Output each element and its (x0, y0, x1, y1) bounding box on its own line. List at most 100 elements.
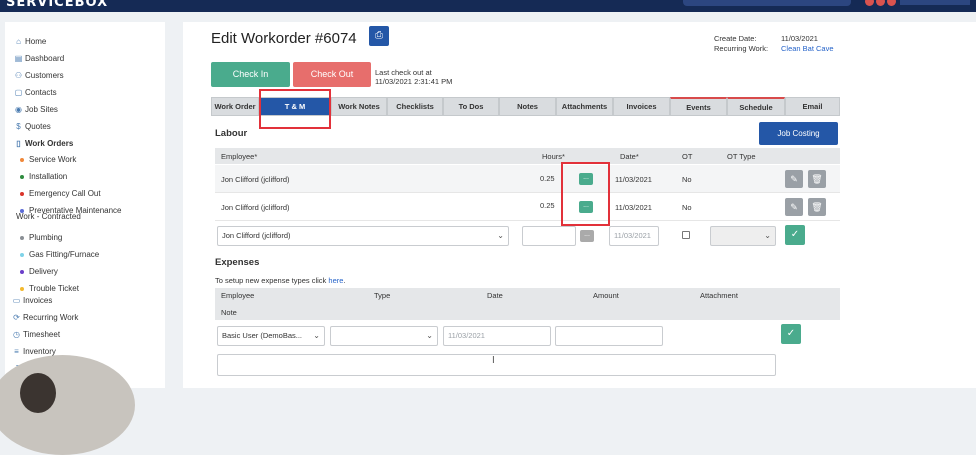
brand-logo[interactable]: SERVICEBOX (6, 0, 108, 10)
tab-work-notes[interactable]: Work Notes (331, 97, 387, 116)
sidebar-subitem-trouble-ticket[interactable]: Trouble Ticket (20, 284, 79, 293)
sidebar-item-label: Recurring Work (23, 313, 79, 322)
recurring-link[interactable]: Clean Bat Cave (781, 44, 834, 53)
row-employee: Jon Clifford (jclifford) (221, 175, 290, 184)
expense-type-select[interactable]: ⌄ (330, 326, 438, 346)
sidebar-subitem-emergency-call-out[interactable]: Emergency Call Out (20, 189, 101, 198)
notification-badges[interactable] (865, 0, 896, 6)
tab-work-order[interactable]: Work Order (211, 97, 259, 116)
tab-email[interactable]: Email (785, 97, 840, 116)
hours-input[interactable] (522, 226, 576, 246)
sidebar-item-inventory[interactable]: ≡ Inventory (12, 347, 56, 356)
tab-to-dos[interactable]: To Dos (443, 97, 499, 116)
last-check-label: Last check out at (375, 68, 432, 77)
sidebar-item-label: Gas Fitting/Furnace (29, 250, 100, 259)
category-dot-icon (20, 286, 24, 291)
ot-checkbox[interactable] (682, 231, 690, 239)
trash-icon: 🗑 (811, 202, 823, 212)
expense-employee-select[interactable]: Basic User (DemoBas... ⌄ (217, 326, 325, 346)
sidebar-subitem-service-work[interactable]: Service Work (20, 155, 76, 164)
expense-note-input[interactable] (217, 354, 776, 376)
tab-events[interactable]: Events (670, 97, 727, 116)
chevron-down-icon: ⌄ (497, 231, 504, 240)
chevron-down-icon: ⌄ (313, 331, 320, 340)
sidebar-item-dashboard[interactable]: ▤ Dashboard (14, 54, 64, 63)
expense-amount-input[interactable] (555, 326, 663, 346)
expense-date-input[interactable]: 11/03/2021 (443, 326, 551, 346)
sidebar-item-timesheet[interactable]: ◷ Timesheet (12, 330, 60, 339)
setup-text: To setup new expense types click (215, 276, 329, 285)
tab-invoices[interactable]: Invoices (613, 97, 670, 116)
sidebar-item-label: Dashboard (25, 54, 65, 63)
top-search[interactable] (683, 0, 851, 6)
col-note: Note (221, 308, 237, 317)
tab-attachments[interactable]: Attachments (556, 97, 613, 116)
check-in-button[interactable]: Check In (211, 62, 290, 87)
sidebar-item-label: Quotes (25, 122, 51, 131)
category-dot-icon (20, 157, 24, 162)
expense-table-header: Employee Type Date Amount Attachment Not… (215, 288, 840, 320)
user-menu[interactable] (900, 0, 970, 5)
sidebar-item-invoices[interactable]: ▭ Invoices (12, 296, 53, 305)
tab-notes[interactable]: Notes (499, 97, 556, 116)
sidebar-subitem-gas-fitting-furnace[interactable]: Gas Fitting/Furnace (20, 250, 99, 259)
sidebar-item-label: Trouble Ticket (29, 284, 79, 293)
tab-schedule[interactable]: Schedule (727, 97, 785, 116)
sidebar-item-label: Installation (29, 172, 68, 181)
category-dot-icon (20, 269, 24, 274)
sidebar-item-work-orders[interactable]: ▯ Work Orders (14, 139, 73, 148)
dashboard-icon: ▤ (14, 54, 23, 63)
edit-button[interactable]: ✎ (785, 170, 803, 188)
labour-table-header: Employee* Hours* Date* OT OT Type (215, 148, 840, 164)
print-button[interactable]: ⎙ (369, 26, 389, 46)
col-attachment: Attachment (700, 291, 738, 300)
save-expense-button[interactable]: ✓ (781, 324, 801, 344)
row-employee: Jon Clifford (jclifford) (221, 203, 290, 212)
trash-icon: 🗑 (811, 174, 823, 184)
category-dot-icon (20, 191, 24, 196)
edit-icon: ✎ (790, 202, 798, 212)
sidebar-subitem-delivery[interactable]: Delivery (20, 267, 58, 276)
sidebar-item-label: Invoices (23, 296, 53, 305)
row-date: 11/03/2021 (615, 203, 652, 212)
time-detail-button-disabled[interactable]: ... (580, 230, 594, 242)
sidebar-item-customers[interactable]: ⚇ Customers (14, 71, 64, 80)
sidebar-item-label: Customers (25, 71, 64, 80)
delete-button[interactable]: 🗑 (808, 170, 826, 188)
sidebar-subitem-installation[interactable]: Installation (20, 172, 67, 181)
row-ot: No (682, 203, 692, 212)
col-date: Date (487, 291, 503, 300)
top-bar: SERVICEBOX (0, 0, 976, 12)
ot-type-select[interactable]: ⌄ (710, 226, 776, 246)
job-costing-button[interactable]: Job Costing (759, 122, 838, 145)
row-hours: 0.25 (540, 201, 555, 210)
category-dot-icon (20, 252, 24, 257)
sidebar-item-quotes[interactable]: $ Quotes (14, 122, 51, 131)
sidebar-subitem-plumbing[interactable]: Plumbing (20, 233, 62, 242)
sidebar-item-label: Job Sites (25, 105, 58, 114)
date-input[interactable]: 11/03/2021 (609, 226, 659, 246)
employee-select[interactable]: Jon Clifford (jclifford) ⌄ (217, 226, 509, 246)
sidebar-item-contacts[interactable]: ▢ Contacts (14, 88, 57, 97)
category-dot-icon (20, 174, 24, 179)
sidebar-item-home[interactable]: ⌂ Home (14, 37, 46, 46)
delete-button[interactable]: 🗑 (808, 198, 826, 216)
sidebar-item-label: Work - Contracted (16, 212, 81, 221)
save-labour-button[interactable]: ✓ (785, 225, 805, 245)
setup-here-link[interactable]: here (328, 276, 343, 285)
dollar-icon: $ (16, 122, 21, 131)
check-out-button[interactable]: Check Out (293, 62, 371, 87)
sidebar-item-label: Service Work (29, 155, 77, 164)
sidebar-item-label: Work Orders (25, 139, 74, 148)
file-icon: ▯ (16, 139, 21, 148)
list-icon: ≡ (14, 347, 19, 356)
edit-button[interactable]: ✎ (785, 198, 803, 216)
text-cursor-icon: I (492, 355, 495, 366)
tab-checklists[interactable]: Checklists (387, 97, 443, 116)
sidebar-item-job-sites[interactable]: ◉ Job Sites (14, 105, 58, 114)
col-employee: Employee (221, 291, 255, 300)
sidebar-item-recurring-work[interactable]: ⟳ Recurring Work (12, 313, 78, 322)
col-hours: Hours* (542, 152, 565, 161)
setup-text-end: . (343, 276, 346, 285)
check-icon: ✓ (790, 229, 800, 240)
